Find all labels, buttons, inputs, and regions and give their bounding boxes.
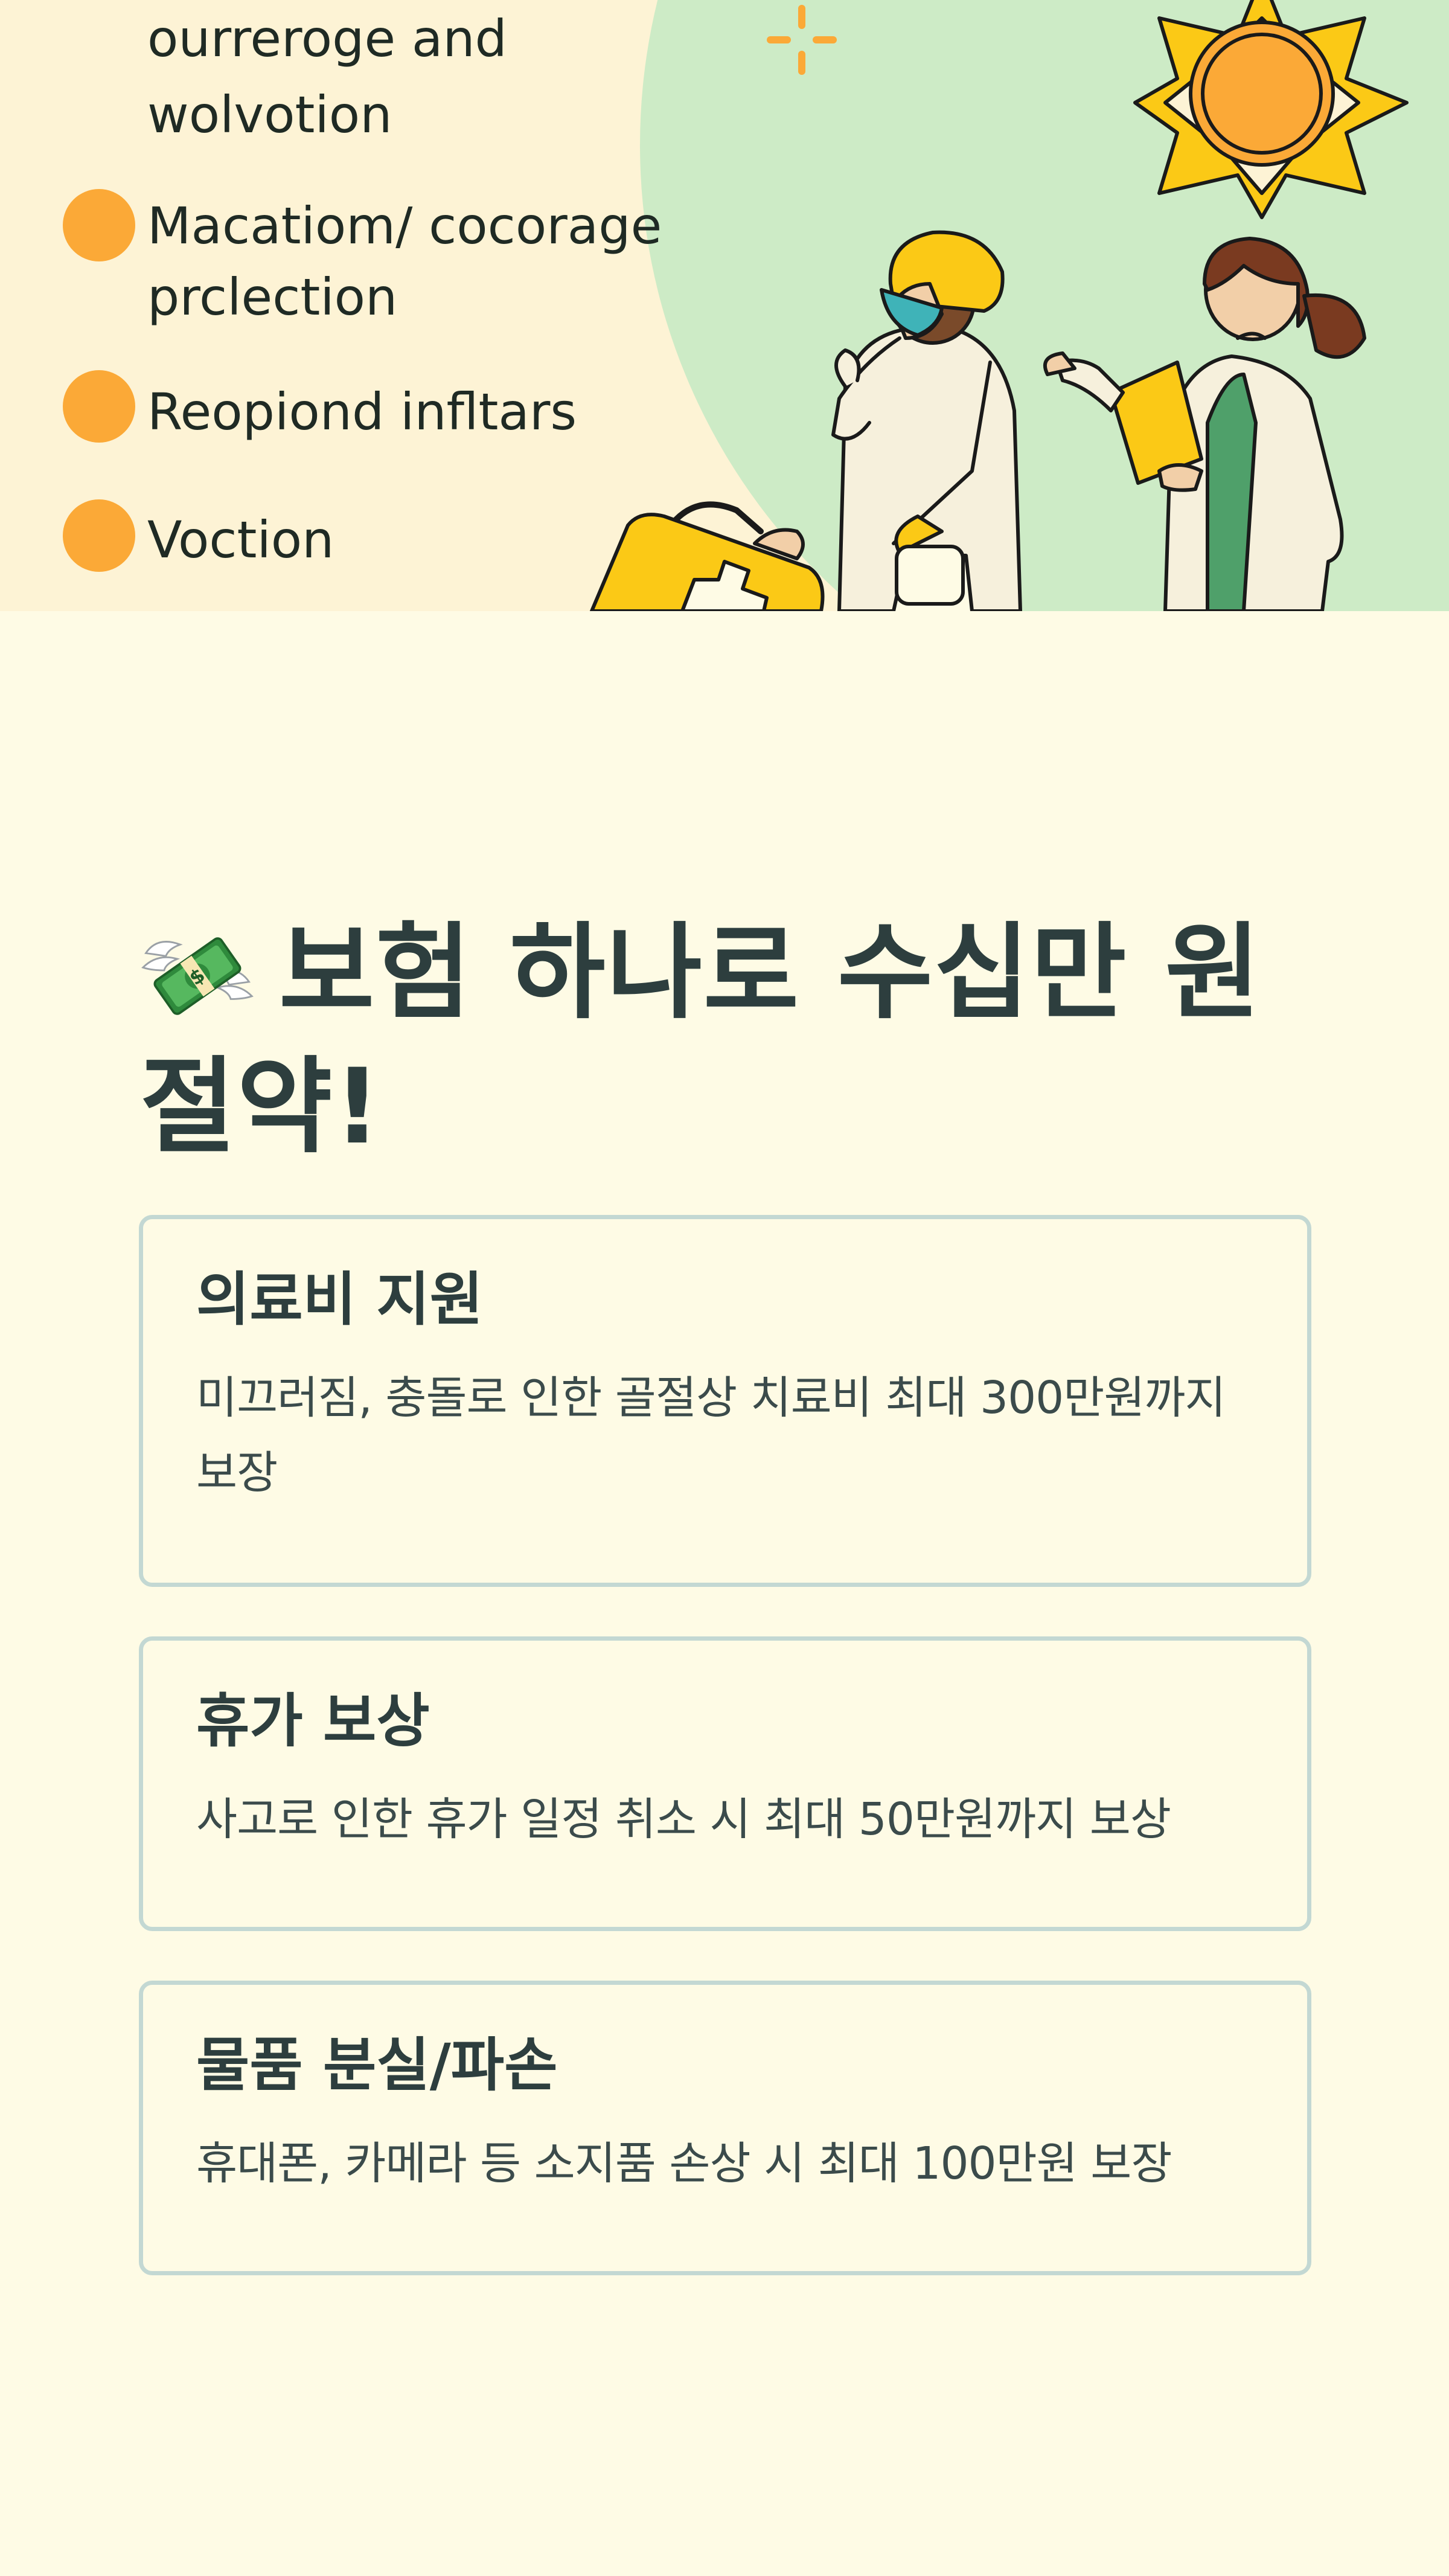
hero-list-line: Reopiond infltars — [147, 382, 577, 441]
hero-banner: ourreroge and wolvotion Macatiom/ cocora… — [0, 0, 1449, 611]
card-title: 의료비 지원 — [196, 1266, 484, 1333]
card-description: 사고로 인한 휴가 일정 취소 시 최대 50만원까지 보상 — [196, 1793, 1171, 1845]
card-description: 미끄러짐, 충돌로 인한 골절상 치료비 최대 300만원까지 보장 — [196, 1372, 1226, 1499]
doctor-with-helmet — [831, 230, 1022, 611]
bullet-dot-icon — [63, 189, 135, 261]
benefit-card-vacation: 휴가 보상 사고로 인한 휴가 일정 취소 시 최대 50만원까지 보상 — [139, 1636, 1311, 1931]
benefit-card-medical: 의료비 지원 미끄러짐, 충돌로 인한 골절상 치료비 최대 300만원까지 보… — [139, 1215, 1311, 1587]
sun-icon — [1133, 0, 1409, 219]
hero-list-line: prclection — [147, 268, 398, 327]
first-aid-kit-icon — [590, 501, 825, 611]
bullet-dot-icon — [63, 499, 135, 572]
section-title-text: 보험 하나로 수십만 원 절약! — [140, 912, 1262, 1167]
section-title: $ 보험 하나로 수십만 원 절약! — [140, 906, 1335, 1174]
hero-list-line: wolvotion — [147, 85, 392, 144]
card-title: 물품 분실/파손 — [196, 2031, 558, 2099]
bullet-dot-icon — [63, 370, 135, 443]
card-description: 휴대폰, 카메라 등 소지품 손상 시 최대 100만원 보장 — [196, 2138, 1172, 2190]
benefit-card-belongings: 물품 분실/파손 휴대폰, 카메라 등 소지품 손상 시 최대 100만원 보장 — [139, 1981, 1311, 2275]
money-with-wings-icon: $ — [141, 937, 254, 1015]
doctor-with-clipboard — [1043, 237, 1366, 611]
doctors-illustration — [590, 0, 1409, 611]
card-title: 휴가 보상 — [196, 1687, 430, 1755]
hero-list-line: ourreroge and — [147, 9, 507, 68]
hero-list-line: Voction — [147, 510, 334, 569]
